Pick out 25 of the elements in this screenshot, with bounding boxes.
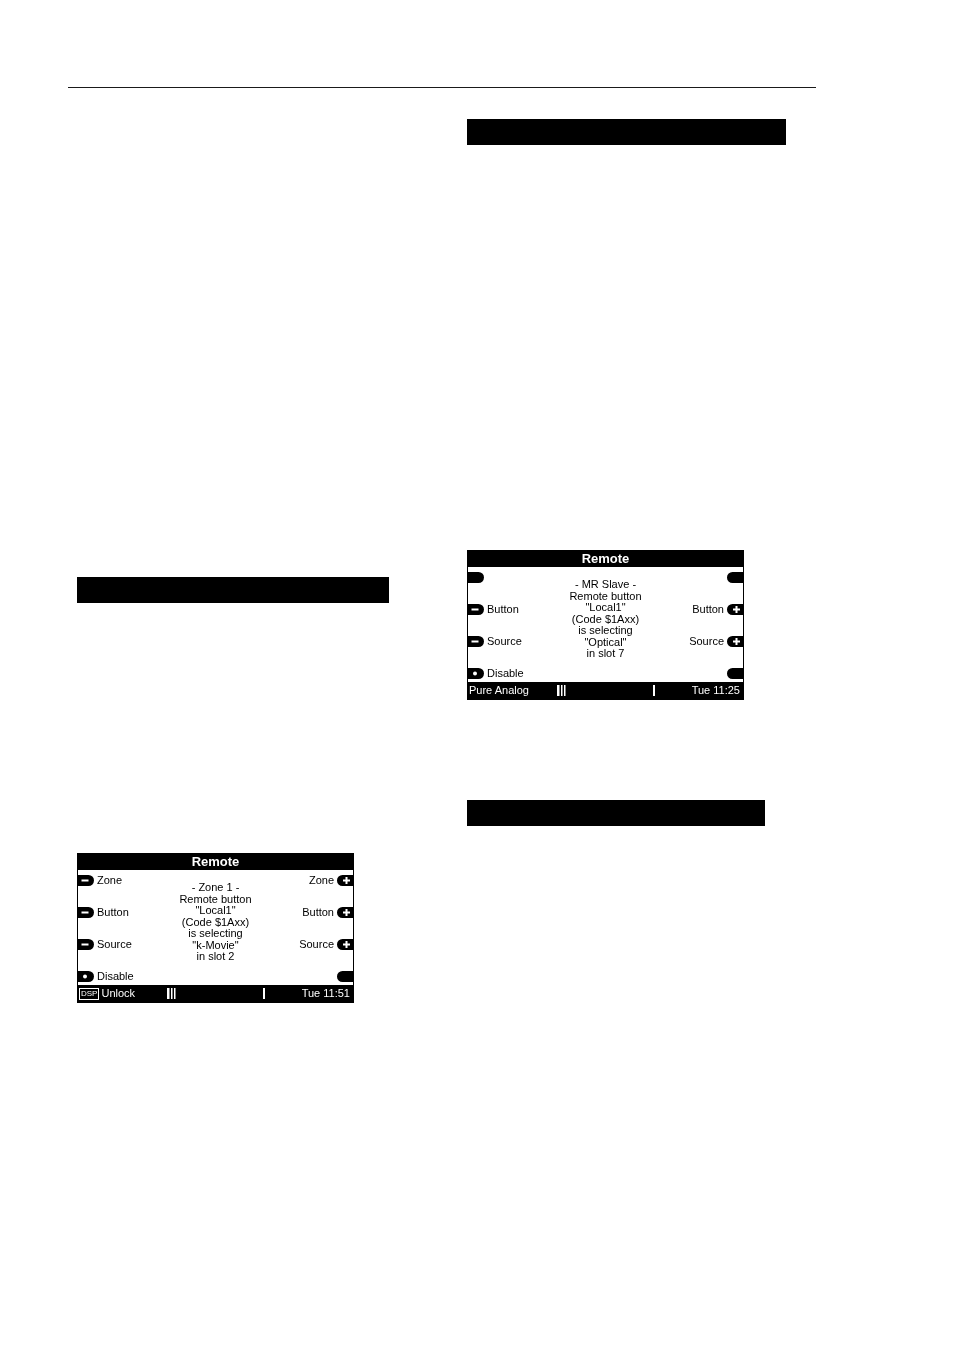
mode-label: Pure Analog [469, 684, 529, 697]
key-label: Source [97, 938, 132, 950]
clock-time: Tue 11:25 [691, 684, 740, 697]
display-title: Remote [468, 551, 743, 567]
level-bars-icon [167, 988, 176, 999]
clock-time: Tue 11:51 [301, 987, 350, 1000]
dsp-badge: DSP [79, 987, 100, 1000]
mode-label: Unlock [101, 987, 136, 1000]
key-label: Button [97, 906, 129, 918]
key-label: Zone [97, 874, 123, 886]
display-message: - Zone 1 - Remote button "Local1" (Code $1Axx) is selecting "k-Movie" in slot 2 [179, 882, 252, 963]
key-label: Source [299, 938, 334, 950]
key-label: Disable [97, 970, 134, 982]
display-message: - MR Slave - Remote button "Local1" (Code $1Axx) is selecting "Optical" in slot 7 [569, 579, 642, 660]
key-label: Source [689, 635, 724, 647]
key-label: Zone [308, 874, 334, 886]
display-title: Remote [78, 854, 353, 870]
key-label: Source [487, 635, 522, 647]
position-marker-icon [263, 988, 265, 999]
key-label: Button [487, 603, 519, 615]
position-marker-icon [653, 685, 655, 696]
key-label: Button [692, 603, 724, 615]
level-bars-icon [557, 685, 566, 696]
key-label: Button [302, 906, 334, 918]
key-label: Disable [487, 667, 524, 679]
